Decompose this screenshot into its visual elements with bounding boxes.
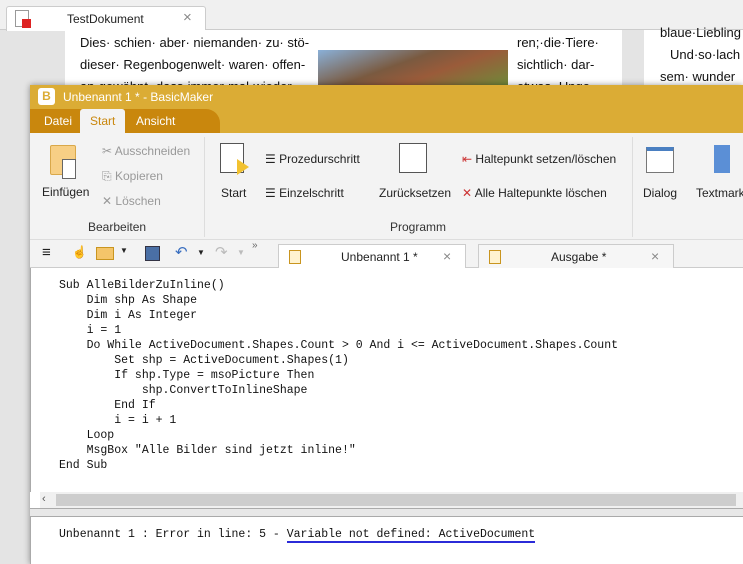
hand-icon[interactable]: ☝ [72, 245, 87, 259]
reset-icon [399, 143, 427, 173]
text-line: Dies· schien· aber· niemanden· zu· stö- [80, 35, 310, 50]
save-icon[interactable] [145, 246, 160, 261]
text-line: dieser· Regenbogenwelt· waren· offen- [80, 57, 306, 72]
menu-ansicht[interactable]: Ansicht [126, 109, 185, 133]
chevron-down-icon[interactable]: ▼ [120, 246, 128, 255]
step-over-button[interactable]: ☰ Prozedurschritt [265, 152, 360, 166]
text-line: blaue·Liebling [660, 25, 741, 40]
group-label-bearbeiten: Bearbeiten [88, 220, 147, 234]
text-line: sichtlich· dar- [517, 57, 595, 72]
tab-unbenannt[interactable]: Unbenannt 1 * × [278, 244, 466, 268]
dialog-button[interactable]: Dialog [640, 143, 682, 203]
app-icon: B [38, 88, 55, 105]
menu-start[interactable]: Start [80, 109, 126, 133]
close-icon[interactable]: × [183, 9, 192, 26]
copy-button[interactable]: ⎘ Kopieren [102, 169, 163, 184]
paste-button[interactable]: Einfügen [38, 141, 89, 201]
chevron-down-icon[interactable]: ▼ [237, 248, 245, 257]
error-message: Variable not defined: ActiveDocument [286, 528, 536, 543]
scroll-left-icon[interactable]: ‹ [42, 493, 46, 505]
menu-bar: Datei Start Ansicht [30, 109, 743, 133]
delete-button[interactable]: ✕ Löschen [102, 194, 161, 208]
toolbar-overflow[interactable]: » [252, 240, 258, 251]
menu-datei[interactable]: Datei [34, 109, 82, 133]
start-button[interactable]: Start [215, 143, 255, 203]
group-label-programm: Programm [390, 220, 447, 234]
editor-toolbar: ≡ ☝ ▼ ↶ ▼ ↷ ▼ » Unbenannt 1 * × Ausgabe … [30, 240, 743, 268]
undo-icon[interactable]: ↶ [175, 243, 188, 261]
text-line: Und·so·lach [670, 47, 741, 62]
module-icon [289, 250, 301, 264]
dialog-icon [646, 147, 674, 173]
barn-image[interactable] [318, 50, 508, 90]
document-tab[interactable]: TestDokument × [6, 6, 206, 31]
clear-breakpoints-button[interactable]: ✕ Alle Haltepunkte löschen [462, 186, 607, 200]
pane-splitter[interactable] [30, 508, 743, 517]
step-into-button[interactable]: ☰ Einzelschritt [265, 186, 344, 200]
basicmaker-window: B Unbenannt 1 * - BasicMaker Datei Start… [30, 85, 743, 564]
title-bar[interactable]: B Unbenannt 1 * - BasicMaker [30, 85, 743, 109]
horizontal-scrollbar[interactable]: ‹ [40, 492, 743, 508]
bookmark-icon [714, 145, 730, 173]
code-text[interactable]: Sub AlleBilderZuInline() Dim shp As Shap… [59, 278, 618, 473]
close-icon[interactable]: × [443, 248, 451, 264]
document-tab-title: TestDokument [67, 12, 144, 26]
output-text: Unbenannt 1 : Error in line: 5 - Variabl… [59, 528, 536, 543]
menu-lines-icon[interactable]: ≡ [42, 244, 51, 261]
ribbon: Einfügen ✂ Ausschneiden ⎘ Kopieren ✕ Lös… [30, 133, 743, 240]
close-icon[interactable]: × [651, 248, 659, 264]
text-line: ren;·die·Tiere· [517, 35, 599, 50]
module-icon [489, 250, 501, 264]
reset-button[interactable]: Zurücksetzen [375, 143, 455, 203]
tab-ausgabe[interactable]: Ausgabe * × [478, 244, 674, 268]
cut-button[interactable]: ✂ Ausschneiden [102, 144, 190, 158]
window-title: Unbenannt 1 * - BasicMaker [63, 90, 214, 104]
redo-icon[interactable]: ↷ [215, 243, 228, 261]
document-icon [15, 10, 31, 28]
scrollbar-thumb[interactable] [56, 494, 736, 506]
open-folder-icon[interactable] [96, 247, 114, 260]
chevron-down-icon[interactable]: ▼ [197, 248, 205, 257]
output-pane[interactable]: Unbenannt 1 : Error in line: 5 - Variabl… [30, 517, 743, 564]
toggle-breakpoint-button[interactable]: ⇤ Haltepunkt setzen/löschen [462, 152, 616, 166]
code-editor[interactable]: Sub AlleBilderZuInline() Dim shp As Shap… [30, 268, 743, 492]
document-page-right: blaue·Liebling Und·so·lach sem· wunder [644, 25, 743, 90]
bookmark-button[interactable]: Textmark [694, 143, 743, 203]
